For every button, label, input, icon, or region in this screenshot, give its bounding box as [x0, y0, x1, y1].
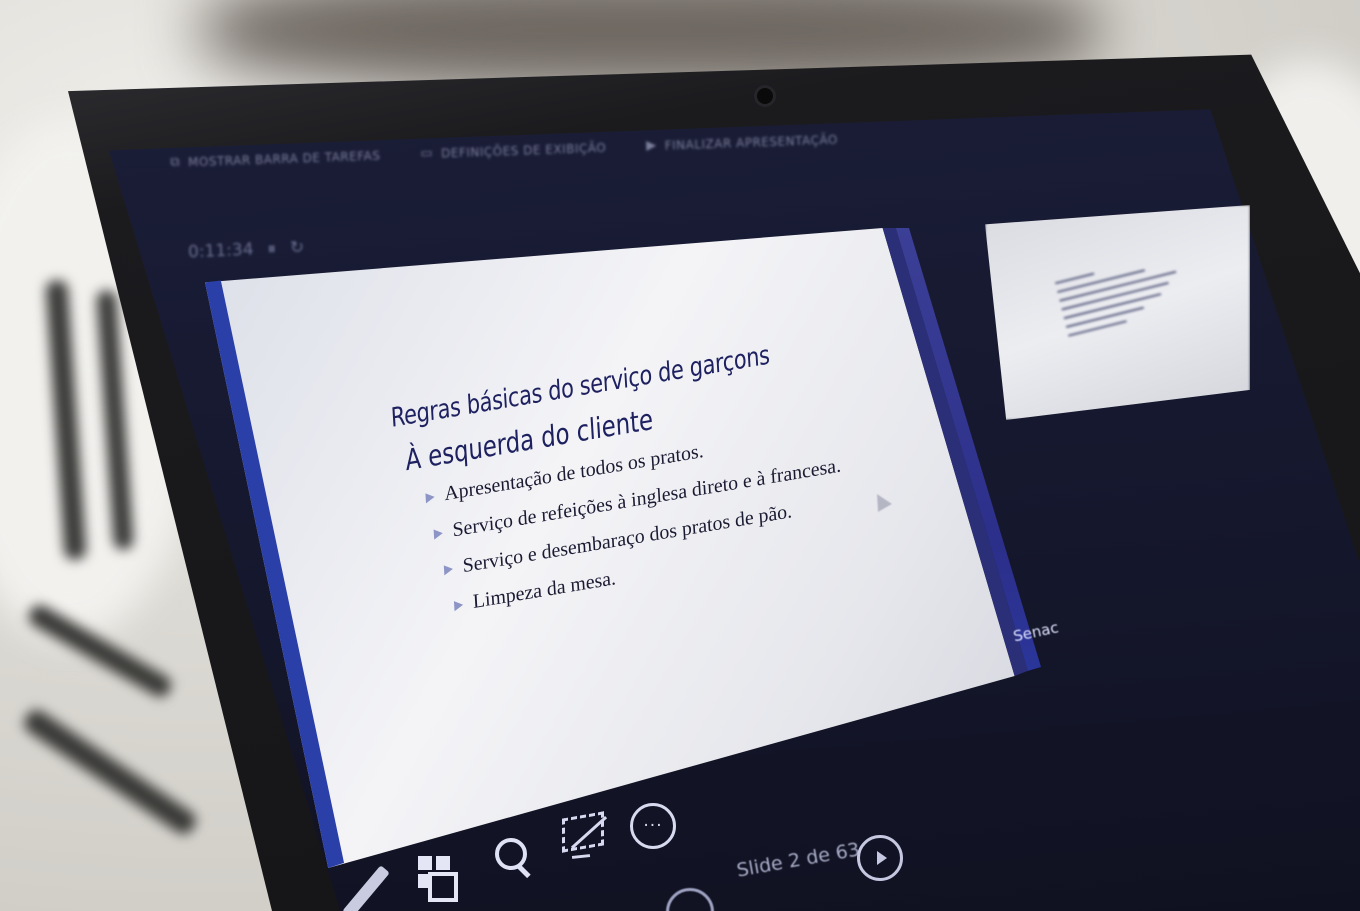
laptop: ⧉ MOSTRAR BARRA DE TAREFAS ▭ DEFINIÇÕES …: [0, 0, 1360, 911]
previous-icon[interactable]: [666, 888, 714, 911]
zoom-icon[interactable]: [495, 838, 533, 879]
presenter-controls: ··· Slide 2 de 63: [0, 0, 1360, 911]
more-options-icon[interactable]: ···: [630, 803, 676, 849]
more-glyph: ···: [643, 816, 663, 836]
slide-counter[interactable]: Slide 2 de 63: [735, 838, 861, 881]
next-icon[interactable]: [857, 835, 903, 881]
black-screen-icon[interactable]: [560, 811, 608, 867]
photo-scene: ⧉ MOSTRAR BARRA DE TAREFAS ▭ DEFINIÇÕES …: [0, 0, 1360, 911]
pen-icon[interactable]: [342, 865, 390, 911]
slides-grid-icon[interactable]: [418, 856, 462, 902]
